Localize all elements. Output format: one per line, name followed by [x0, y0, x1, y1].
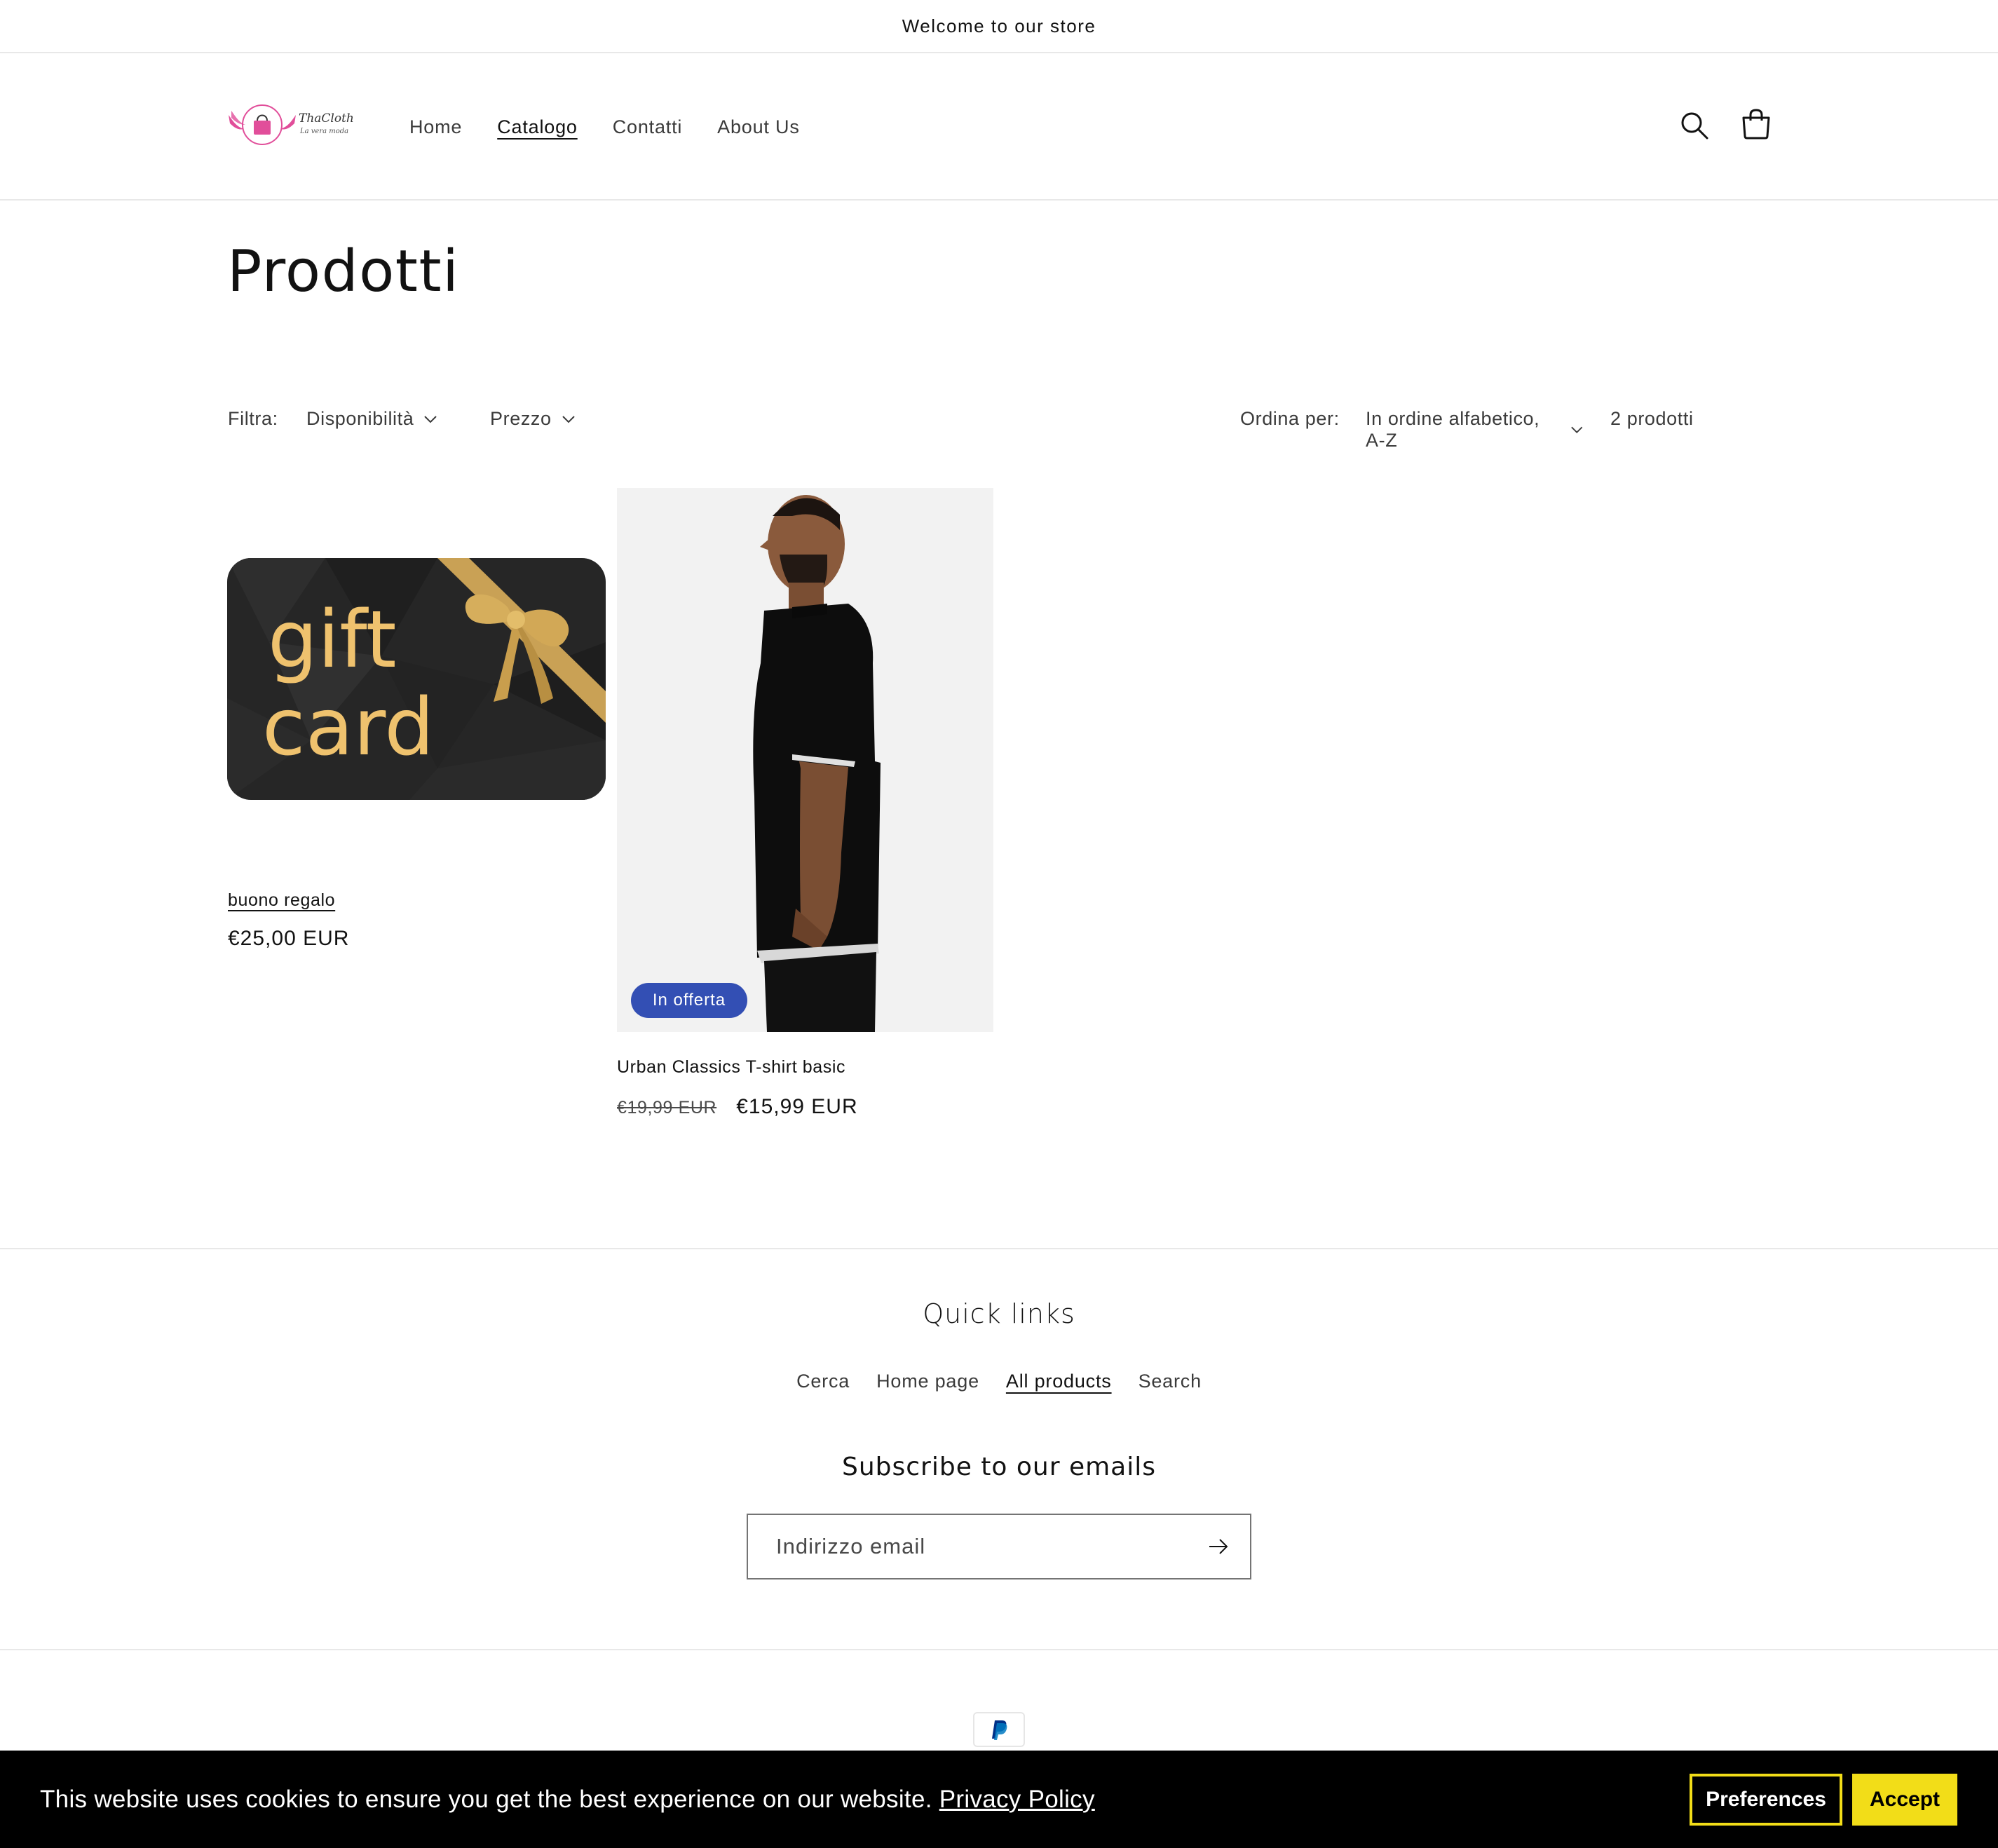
filter-bar: Filtra: Disponibilità Prezzo Ordina per:…: [228, 408, 1770, 451]
old-price: €19,99 EUR: [617, 1098, 717, 1117]
arrow-right-icon[interactable]: [1208, 1537, 1229, 1556]
footer-divider: [0, 1248, 1998, 1249]
privacy-policy-link[interactable]: Privacy Policy: [939, 1786, 1095, 1814]
sort-label: Ordina per:: [1240, 408, 1340, 430]
subscribe-title: Subscribe to our emails: [841, 1453, 1157, 1481]
product-title-tshirt[interactable]: Urban Classics T-shirt basic: [617, 1057, 845, 1078]
gift-card-word-gift: gift: [268, 595, 397, 686]
chevron-down-icon: [1570, 426, 1582, 434]
product-price-tshirt: €19,99 EUR €15,99 EUR: [617, 1095, 858, 1119]
product-count: 2 prodotti: [1610, 408, 1694, 430]
sort-value: In ordine alfabetico, A-Z: [1366, 408, 1540, 451]
preferences-button[interactable]: Preferences: [1690, 1774, 1842, 1826]
sale-badge: In offerta: [631, 983, 747, 1018]
product-count-text: 2 prodotti: [1610, 408, 1694, 429]
nav-home[interactable]: Home: [409, 116, 462, 138]
paypal-icon: [973, 1712, 1025, 1747]
cart-icon: [1742, 109, 1770, 140]
footer-divider-bottom: [0, 1649, 1998, 1650]
filter-label-text: Filtra:: [228, 408, 278, 429]
email-field[interactable]: Indirizzo email: [747, 1514, 1251, 1579]
footer-link-home-page[interactable]: Home page: [876, 1371, 979, 1392]
email-placeholder: Indirizzo email: [776, 1534, 926, 1558]
filter-availability-label: Disponibilità: [306, 408, 414, 429]
footer-link-search[interactable]: Search: [1139, 1371, 1202, 1392]
gift-card-word-card: card: [262, 682, 434, 773]
sort-select[interactable]: In ordine alfabetico, A-Z: [1366, 408, 1583, 451]
filter-label: Filtra:: [228, 408, 278, 430]
filter-price[interactable]: Prezzo: [490, 408, 576, 430]
accept-button[interactable]: Accept: [1852, 1774, 1957, 1826]
page-title: Prodotti: [227, 238, 460, 305]
search-button[interactable]: [1677, 108, 1712, 143]
site-header: ThaClothes La vera moda Home Catalogo Co…: [0, 53, 1998, 201]
search-icon: [1681, 112, 1708, 140]
announcement-bar: Welcome to our store: [0, 0, 1998, 53]
product-price-gift-card: €25,00 EUR: [228, 927, 350, 950]
logo-text: ThaClothes: [299, 111, 353, 125]
main-nav: Home Catalogo Contatti About Us: [409, 53, 800, 201]
logo-tagline: La vera moda: [299, 128, 348, 135]
cookie-text: This website uses cookies to ensure you …: [40, 1785, 932, 1813]
nav-catalogo[interactable]: Catalogo: [497, 116, 577, 138]
quick-links-title: Quick links: [923, 1298, 1075, 1329]
cookie-banner: This website uses cookies to ensure you …: [0, 1751, 1998, 1848]
sort-label-text: Ordina per:: [1240, 408, 1340, 429]
tshirt-photo: [753, 495, 881, 1032]
cookie-message: This website uses cookies to ensure you …: [40, 1751, 1095, 1848]
sale-price: €15,99 EUR: [736, 1095, 858, 1118]
nav-contatti[interactable]: Contatti: [613, 116, 682, 138]
product-title-gift-card[interactable]: buono regalo: [228, 890, 335, 911]
footer-link-cerca[interactable]: Cerca: [796, 1371, 850, 1392]
chevron-down-icon: [562, 415, 575, 423]
filter-availability[interactable]: Disponibilità: [306, 408, 437, 430]
cart-button[interactable]: [1739, 107, 1774, 142]
store-logo[interactable]: ThaClothes La vera moda: [226, 101, 367, 150]
filter-price-label: Prezzo: [490, 408, 552, 429]
nav-about-us[interactable]: About Us: [717, 116, 799, 138]
tshirt-product-image[interactable]: In offerta: [617, 488, 993, 1032]
quick-links: Cerca Home page All products Search: [0, 1371, 1998, 1392]
footer-link-all-products[interactable]: All products: [1006, 1371, 1112, 1392]
chevron-down-icon: [424, 415, 437, 423]
gift-card-image[interactable]: gift card: [227, 558, 606, 800]
announcement-text: Welcome to our store: [902, 15, 1096, 36]
gift-card-graphic: gift card: [227, 558, 606, 800]
